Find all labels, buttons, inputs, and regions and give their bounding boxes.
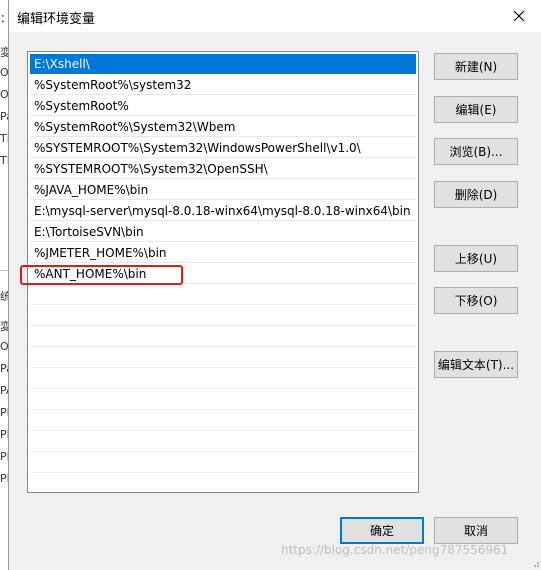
empty-list-row[interactable]: [30, 390, 416, 410]
dialog-title: 编辑环境变量: [17, 12, 96, 27]
delete-button[interactable]: 删除(D): [434, 181, 518, 208]
path-list-item[interactable]: %JMETER_HOME%\bin: [30, 243, 416, 263]
title-bar: 编辑环境变量: [9, 0, 541, 32]
path-list-item[interactable]: E:\TortoiseSVN\bin: [30, 222, 416, 242]
path-list-item[interactable]: %ANT_HOME%\bin: [30, 264, 416, 284]
empty-list-row[interactable]: [30, 285, 416, 305]
edit-button[interactable]: 编辑(E): [434, 96, 518, 123]
path-list-item[interactable]: E:\Xshell\: [30, 54, 416, 74]
empty-list-row[interactable]: [30, 327, 416, 347]
empty-list-row[interactable]: [30, 369, 416, 389]
move-up-button[interactable]: 上移(U): [434, 245, 518, 272]
empty-list-row[interactable]: [30, 348, 416, 368]
path-list-item[interactable]: %SystemRoot%\System32\Wbem: [30, 117, 416, 137]
empty-list-row[interactable]: [30, 411, 416, 431]
browse-button[interactable]: 浏览(B)...: [434, 138, 518, 165]
path-list-item[interactable]: %SYSTEMROOT%\System32\OpenSSH\: [30, 159, 416, 179]
empty-list-row[interactable]: [30, 306, 416, 326]
path-list-item[interactable]: E:\mysql-server\mysql-8.0.18-winx64\mysq…: [30, 201, 416, 221]
path-list-item[interactable]: %SystemRoot%\system32: [30, 75, 416, 95]
empty-list-row[interactable]: [30, 453, 416, 473]
path-list-item[interactable]: %SystemRoot%: [30, 96, 416, 116]
resize-grip-icon[interactable]: [530, 558, 540, 568]
close-icon: [513, 10, 525, 22]
ok-button[interactable]: 确定: [340, 517, 424, 544]
path-list[interactable]: E:\Xshell\ %SystemRoot%\system32 %SystemRo…: [27, 51, 419, 493]
cancel-button[interactable]: 取消: [434, 517, 518, 544]
path-list-item[interactable]: %JAVA_HOME%\bin: [30, 180, 416, 200]
new-button[interactable]: 新建(N): [434, 53, 518, 80]
watermark: https://blog.csdn.net/peng787556961: [281, 543, 509, 557]
empty-list-row[interactable]: [30, 432, 416, 452]
path-list-item[interactable]: %SYSTEMROOT%\System32\WindowsPowerShell\…: [30, 138, 416, 158]
move-down-button[interactable]: 下移(O): [434, 287, 518, 314]
edit-env-variable-dialog: 编辑环境变量 E:\Xshell\ %SystemRoot%\system32 %S…: [8, 0, 541, 570]
edit-text-button[interactable]: 编辑文本(T)...: [434, 351, 518, 378]
close-button[interactable]: [496, 0, 541, 32]
